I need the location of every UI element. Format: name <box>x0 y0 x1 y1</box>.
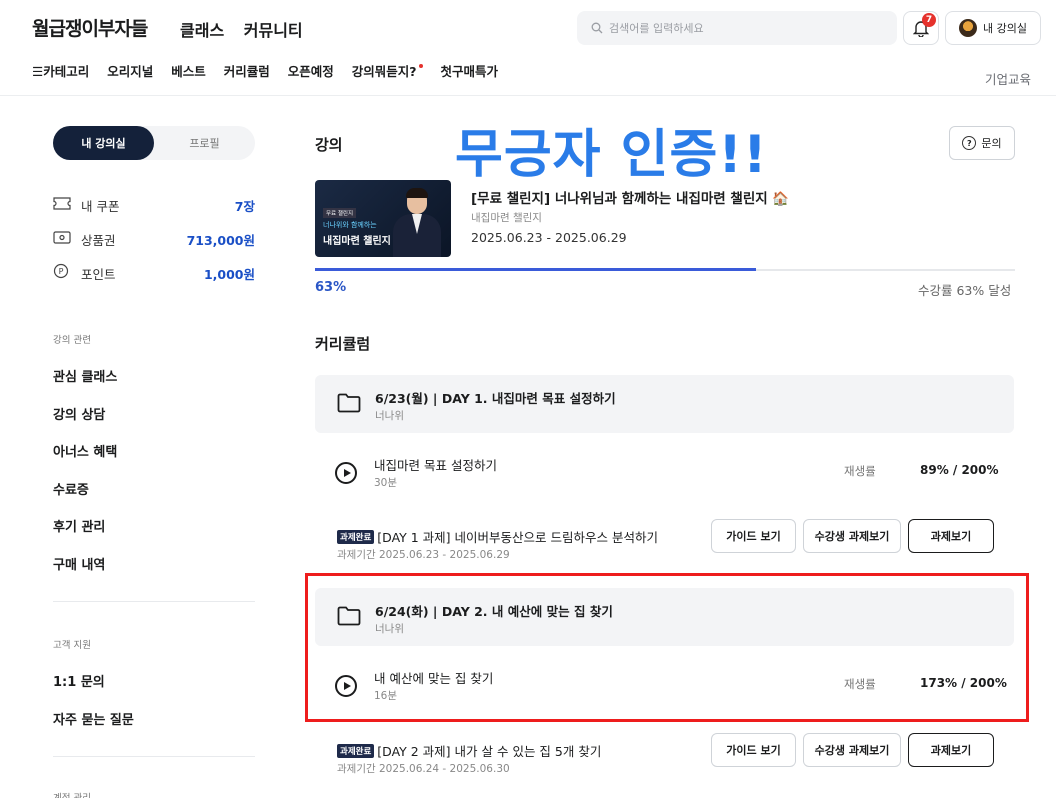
course-title[interactable]: [무료 챌린지] 너나위님과 함께하는 내집마련 챌린지 🏠 <box>471 187 789 207</box>
menu-interest-class[interactable]: 관심 클래스 <box>53 366 117 385</box>
tab-profile[interactable]: 프로필 <box>154 126 255 160</box>
lecture-duration: 30분 <box>374 477 398 489</box>
task-row: 과제완료 [DAY 1 과제] 네이버부동산으로 드림하우스 분석하기 과제기간 … <box>337 519 1017 567</box>
sub-nav: ☰카테고리 오리지널 베스트 커리큘럼 오픈예정 강의뭐듣지? 첫구매특가 <box>32 61 498 80</box>
subnav-first-purchase[interactable]: 첫구매특가 <box>441 61 499 80</box>
menu-reviews[interactable]: 후기 관리 <box>53 516 105 535</box>
task-title: [DAY 2 과제] 내가 살 수 있는 집 5개 찾기 <box>377 744 602 759</box>
play-icon[interactable] <box>335 462 357 484</box>
wallet-value: 713,000원 <box>186 232 255 248</box>
page-title: 강의 <box>315 136 343 154</box>
subnav-what-to-take[interactable]: 강의뭐듣지? <box>352 61 423 80</box>
lecture-title: 내집마련 목표 설정하기 <box>374 458 497 473</box>
subnav-category[interactable]: ☰카테고리 <box>32 61 89 80</box>
my-classroom-button[interactable]: 내 강의실 <box>945 11 1041 45</box>
subnav-curriculum[interactable]: 커리큘럼 <box>224 61 270 80</box>
play-rate-label: 재생률 <box>844 464 876 478</box>
view-task-button[interactable]: 과제보기 <box>908 519 994 553</box>
subnav-original[interactable]: 오리지널 <box>107 61 153 80</box>
course-category: 내집마련 챌린지 <box>471 212 542 224</box>
progress-text: 수강률 63% 달성 <box>918 283 1012 298</box>
thumbnail-title: 내집마련 챌린지 <box>323 236 391 247</box>
task-complete-badge: 과제완료 <box>337 530 375 544</box>
progress-percent: 63% <box>315 280 347 295</box>
guide-button[interactable]: 가이드 보기 <box>711 733 796 767</box>
search-input[interactable]: 검색어를 입력하세요 <box>577 11 897 45</box>
menu-purchases[interactable]: 구매 내역 <box>53 554 105 573</box>
section-account-title: 계정 관리 <box>53 790 91 798</box>
menu-consult[interactable]: 강의 상담 <box>53 404 105 423</box>
search-icon <box>591 22 603 34</box>
nav-class[interactable]: 클래스 <box>180 21 224 40</box>
nav-community[interactable]: 커뮤니티 <box>244 21 303 40</box>
top-nav: 클래스 커뮤니티 <box>180 17 317 41</box>
task-complete-badge: 과제완료 <box>337 744 375 758</box>
thumbnail-tag: 무료 챌린지 <box>323 208 357 218</box>
point-icon: P <box>53 263 75 283</box>
question-icon: ? <box>962 136 977 150</box>
instructor-photo <box>393 186 441 257</box>
menu-faq[interactable]: 자주 묻는 질문 <box>53 709 134 728</box>
menu-certificate[interactable]: 수료증 <box>53 479 89 498</box>
folder-icon <box>337 393 361 413</box>
menu-inquiry[interactable]: 1:1 문의 <box>53 671 105 690</box>
ask-label: 문의 <box>981 137 1002 150</box>
section-course-title: 강의 관련 <box>53 335 91 346</box>
sidebar-divider <box>53 601 255 602</box>
wallet-gift-card[interactable]: 상품권 713,000원 <box>53 229 255 249</box>
header-divider <box>0 95 1056 96</box>
notification-button[interactable]: 7 <box>903 11 939 45</box>
play-rate-value: 89% / 200% <box>920 463 999 477</box>
day-section-header[interactable]: 6/23(월) | DAY 1. 내집마련 목표 설정하기 너나위 <box>315 375 1014 433</box>
thumbnail-subtitle: 너나위와 함께하는 <box>323 221 377 229</box>
task-row: 과제완료 [DAY 2 과제] 내가 살 수 있는 집 5개 찾기 과제기간 20… <box>337 733 1017 781</box>
new-dot <box>418 64 423 68</box>
wallet-value: 1,000원 <box>203 266 255 282</box>
lecture-row[interactable]: 내집마련 목표 설정하기 30분 재생률 89% / 200% <box>315 447 1014 503</box>
notification-badge: 7 <box>922 13 936 27</box>
svg-text:P: P <box>59 267 64 276</box>
subnav-upcoming[interactable]: 오픈예정 <box>288 61 334 80</box>
wallet-label: 포인트 <box>81 266 116 282</box>
my-classroom-label: 내 강의실 <box>983 22 1027 35</box>
task-title-line: 과제완료 [DAY 2 과제] 내가 살 수 있는 집 5개 찾기 <box>337 741 601 760</box>
search-placeholder: 검색어를 입력하세요 <box>609 22 704 35</box>
task-title-line: 과제완료 [DAY 1 과제] 네이버부동산으로 드림하우스 분석하기 <box>337 527 658 546</box>
avatar <box>959 19 977 37</box>
ticket-icon <box>53 196 75 214</box>
ask-button[interactable]: ? 문의 <box>949 126 1015 160</box>
corporate-education-link[interactable]: 기업교육 <box>985 69 1031 88</box>
task-period: 과제기간 2025.06.23 - 2025.06.29 <box>337 549 510 561</box>
course-thumbnail[interactable]: 무료 챌린지 너나위와 함께하는 내집마련 챌린지 <box>315 180 451 257</box>
course-period: 2025.06.23 - 2025.06.29 <box>471 230 627 245</box>
guide-button[interactable]: 가이드 보기 <box>711 519 796 553</box>
section-support-title: 고객 지원 <box>53 640 91 651</box>
sidebar-divider <box>53 756 255 757</box>
site-logo[interactable]: 월급쟁이부자들 <box>32 14 148 41</box>
overlay-annotation: 무긍자 인증!! <box>455 125 768 185</box>
highlight-box <box>305 573 1029 722</box>
wallet-point[interactable]: P 포인트 1,000원 <box>53 263 255 283</box>
progress-fill <box>315 268 756 271</box>
view-task-button[interactable]: 과제보기 <box>908 733 994 767</box>
gift-card-icon <box>53 230 75 248</box>
wallet-value: 7장 <box>234 198 255 214</box>
day-instructor: 너나위 <box>375 410 404 422</box>
task-period: 과제기간 2025.06.24 - 2025.06.30 <box>337 763 510 775</box>
wallet-coupon[interactable]: 내 쿠폰 7장 <box>53 195 255 215</box>
tab-my-classroom[interactable]: 내 강의실 <box>53 126 154 160</box>
peer-tasks-button[interactable]: 수강생 과제보기 <box>803 519 901 553</box>
wallet-label: 상품권 <box>81 232 116 248</box>
menu-honors[interactable]: 아너스 혜택 <box>53 441 117 460</box>
wallet-label: 내 쿠폰 <box>81 198 120 214</box>
task-title: [DAY 1 과제] 네이버부동산으로 드림하우스 분석하기 <box>377 530 658 545</box>
day-title: 6/23(월) | DAY 1. 내집마련 목표 설정하기 <box>375 391 616 406</box>
subnav-best[interactable]: 베스트 <box>171 61 206 80</box>
peer-tasks-button[interactable]: 수강생 과제보기 <box>803 733 901 767</box>
curriculum-heading: 커리큘럼 <box>315 335 371 353</box>
